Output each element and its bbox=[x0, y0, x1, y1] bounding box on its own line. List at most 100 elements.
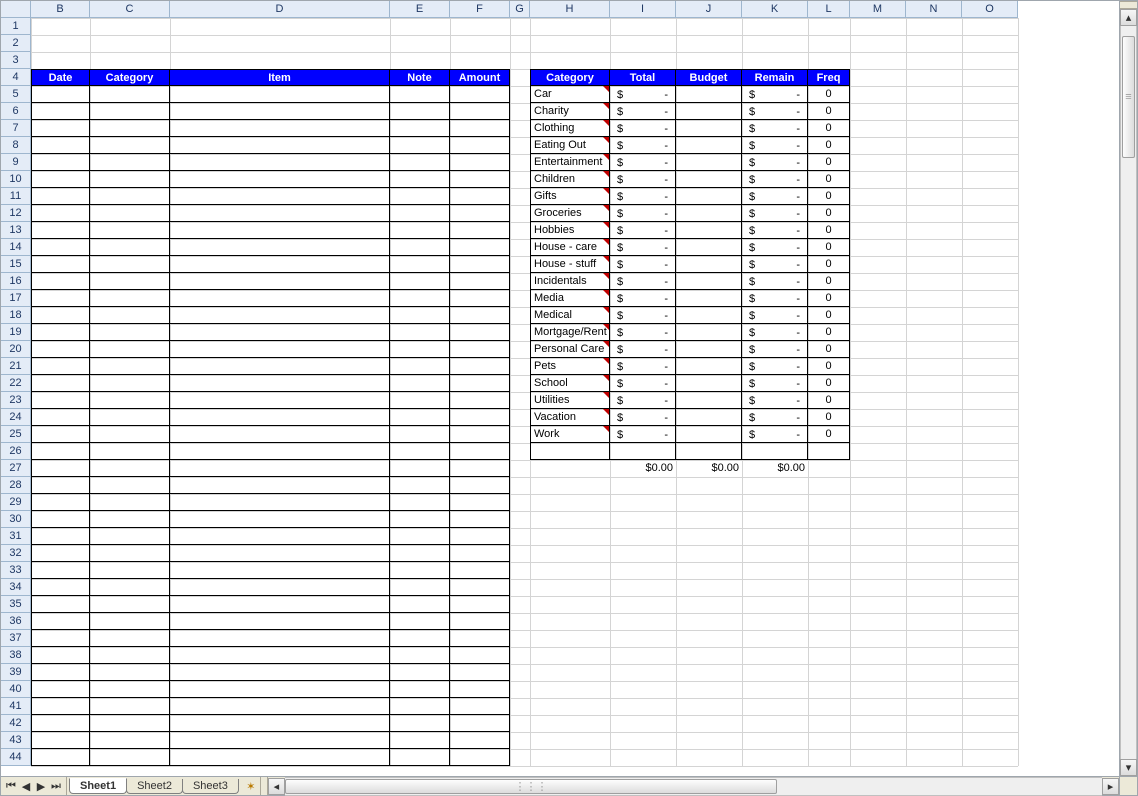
column-header-J[interactable]: J bbox=[676, 1, 742, 18]
column-header-I[interactable]: I bbox=[610, 1, 676, 18]
select-all-corner[interactable] bbox=[1, 1, 31, 18]
expense-cell[interactable] bbox=[90, 647, 170, 664]
expense-cell[interactable] bbox=[170, 749, 390, 766]
expense-cell[interactable] bbox=[170, 256, 390, 273]
row-header-36[interactable]: 36 bbox=[1, 613, 31, 630]
summary-blank[interactable] bbox=[808, 443, 850, 460]
expense-cell[interactable] bbox=[31, 664, 90, 681]
expense-cell[interactable] bbox=[170, 511, 390, 528]
row-header-40[interactable]: 40 bbox=[1, 681, 31, 698]
summary-remain[interactable]: $- bbox=[742, 273, 808, 290]
expense-cell[interactable] bbox=[390, 307, 450, 324]
expense-cell[interactable] bbox=[31, 511, 90, 528]
summary-category[interactable]: Vacation bbox=[530, 409, 610, 426]
summary-freq[interactable]: 0 bbox=[808, 324, 850, 341]
row-header-19[interactable]: 19 bbox=[1, 324, 31, 341]
expense-cell[interactable] bbox=[390, 409, 450, 426]
expense-cell[interactable] bbox=[31, 545, 90, 562]
expense-cell[interactable] bbox=[450, 613, 510, 630]
summary-budget[interactable] bbox=[676, 205, 742, 222]
expense-header-date[interactable]: Date bbox=[31, 69, 90, 86]
insert-sheet-icon[interactable]: ✶ bbox=[242, 777, 260, 795]
row-header-38[interactable]: 38 bbox=[1, 647, 31, 664]
expense-cell[interactable] bbox=[170, 307, 390, 324]
summary-total[interactable]: $- bbox=[610, 171, 676, 188]
expense-cell[interactable] bbox=[450, 290, 510, 307]
summary-category[interactable]: Incidentals bbox=[530, 273, 610, 290]
summary-budget[interactable] bbox=[676, 154, 742, 171]
summary-budget[interactable] bbox=[676, 341, 742, 358]
expense-cell[interactable] bbox=[31, 222, 90, 239]
expense-cell[interactable] bbox=[31, 630, 90, 647]
summary-category[interactable]: Utilities bbox=[530, 392, 610, 409]
expense-cell[interactable] bbox=[450, 528, 510, 545]
expense-header-amount[interactable]: Amount bbox=[450, 69, 510, 86]
expense-cell[interactable] bbox=[90, 443, 170, 460]
expense-cell[interactable] bbox=[170, 120, 390, 137]
column-header-D[interactable]: D bbox=[170, 1, 390, 18]
expense-cell[interactable] bbox=[90, 698, 170, 715]
summary-total[interactable]: $- bbox=[610, 256, 676, 273]
row-header-35[interactable]: 35 bbox=[1, 596, 31, 613]
expense-cell[interactable] bbox=[390, 86, 450, 103]
expense-cell[interactable] bbox=[170, 477, 390, 494]
summary-budget[interactable] bbox=[676, 273, 742, 290]
expense-cell[interactable] bbox=[31, 239, 90, 256]
expense-cell[interactable] bbox=[170, 647, 390, 664]
summary-blank[interactable] bbox=[530, 443, 610, 460]
expense-cell[interactable] bbox=[90, 715, 170, 732]
summary-category[interactable]: House - stuff bbox=[530, 256, 610, 273]
expense-cell[interactable] bbox=[90, 460, 170, 477]
row-header-11[interactable]: 11 bbox=[1, 188, 31, 205]
expense-cell[interactable] bbox=[90, 273, 170, 290]
cells-canvas[interactable]: DateCategoryItemNoteAmountCategoryTotalB… bbox=[31, 18, 1119, 776]
summary-freq[interactable]: 0 bbox=[808, 120, 850, 137]
summary-total[interactable]: $- bbox=[610, 392, 676, 409]
column-header-H[interactable]: H bbox=[530, 1, 610, 18]
summary-remain[interactable]: $- bbox=[742, 392, 808, 409]
expense-cell[interactable] bbox=[170, 171, 390, 188]
expense-cell[interactable] bbox=[390, 171, 450, 188]
expense-cell[interactable] bbox=[90, 188, 170, 205]
expense-cell[interactable] bbox=[90, 103, 170, 120]
summary-budget[interactable] bbox=[676, 239, 742, 256]
column-header-F[interactable]: F bbox=[450, 1, 510, 18]
summary-freq[interactable]: 0 bbox=[808, 103, 850, 120]
summary-total[interactable]: $- bbox=[610, 205, 676, 222]
expense-cell[interactable] bbox=[31, 715, 90, 732]
expense-cell[interactable] bbox=[390, 511, 450, 528]
column-header-E[interactable]: E bbox=[390, 1, 450, 18]
scroll-left-button[interactable]: ◂ bbox=[268, 778, 285, 795]
expense-cell[interactable] bbox=[390, 460, 450, 477]
summary-total[interactable]: $- bbox=[610, 290, 676, 307]
expense-cell[interactable] bbox=[170, 613, 390, 630]
summary-freq[interactable]: 0 bbox=[808, 273, 850, 290]
expense-cell[interactable] bbox=[170, 239, 390, 256]
summary-remain[interactable]: $- bbox=[742, 324, 808, 341]
expense-cell[interactable] bbox=[90, 630, 170, 647]
expense-cell[interactable] bbox=[90, 375, 170, 392]
row-header-39[interactable]: 39 bbox=[1, 664, 31, 681]
summary-total[interactable]: $- bbox=[610, 154, 676, 171]
summary-freq[interactable]: 0 bbox=[808, 341, 850, 358]
expense-cell[interactable] bbox=[450, 749, 510, 766]
expense-cell[interactable] bbox=[31, 341, 90, 358]
expense-cell[interactable] bbox=[390, 613, 450, 630]
summary-remain[interactable]: $- bbox=[742, 154, 808, 171]
summary-category[interactable]: School bbox=[530, 375, 610, 392]
column-header-N[interactable]: N bbox=[906, 1, 962, 18]
expense-cell[interactable] bbox=[390, 239, 450, 256]
expense-cell[interactable] bbox=[450, 273, 510, 290]
expense-cell[interactable] bbox=[90, 358, 170, 375]
expense-cell[interactable] bbox=[31, 426, 90, 443]
summary-freq[interactable]: 0 bbox=[808, 426, 850, 443]
expense-cell[interactable] bbox=[450, 205, 510, 222]
expense-cell[interactable] bbox=[31, 154, 90, 171]
row-header-15[interactable]: 15 bbox=[1, 256, 31, 273]
sheet-tab-sheet3[interactable]: Sheet3 bbox=[182, 779, 239, 794]
expense-cell[interactable] bbox=[90, 426, 170, 443]
expense-cell[interactable] bbox=[450, 137, 510, 154]
row-header-20[interactable]: 20 bbox=[1, 341, 31, 358]
expense-cell[interactable] bbox=[31, 375, 90, 392]
expense-cell[interactable] bbox=[450, 154, 510, 171]
